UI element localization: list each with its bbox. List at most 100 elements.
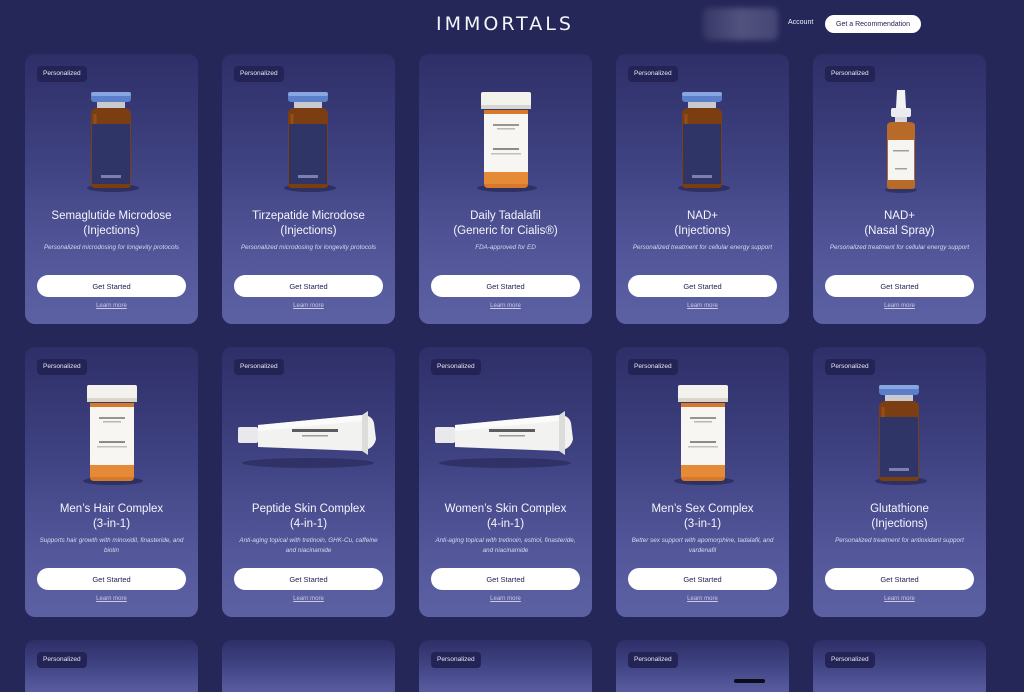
get-started-button[interactable]: Get Started (234, 275, 383, 297)
product-card[interactable]: Personalized (25, 640, 198, 692)
learn-more-link[interactable]: Learn more (25, 596, 198, 602)
product-title-line2: (3-in-1) (683, 518, 722, 530)
personalized-badge: Personalized (825, 359, 875, 375)
product-description: Personalized treatment for cellular ener… (632, 244, 773, 251)
product-description: FDA-approved for ED (475, 244, 536, 251)
product-description: Better sex support with apomorphine, tad… (631, 537, 774, 554)
personalized-badge: Personalized (37, 652, 87, 668)
product-title: Glutathione (Injections) (819, 502, 980, 532)
product-title-line2: (Generic for Cialis®) (453, 225, 558, 237)
product-title-line1: Peptide Skin Complex (251, 503, 366, 515)
product-title: NAD+ (Nasal Spray) (819, 209, 980, 239)
product-title-line1: Tirzepatide Microdose (252, 210, 365, 222)
product-title-line2: (3-in-1) (92, 518, 131, 530)
product-card[interactable]: Personalized Tirzepatide Microdose (Inje… (222, 54, 395, 324)
get-started-button[interactable]: Get Started (825, 275, 974, 297)
product-title: Semaglutide Microdose (Injections) (31, 209, 192, 239)
vial-icon (813, 381, 986, 489)
product-title: Women’s Skin Complex (4-in-1) (425, 502, 586, 532)
product-title: Peptide Skin Complex (4-in-1) (228, 502, 389, 532)
personalized-badge: Personalized (431, 359, 481, 375)
product-title-line1: Men’s Sex Complex (651, 503, 754, 515)
product-description: Anti-aging topical with tretinoin, estri… (435, 537, 576, 554)
product-card[interactable]: Personalized Glutathione (Injections) Pe… (813, 347, 986, 617)
product-title: Tirzepatide Microdose (Injections) (228, 209, 389, 239)
get-started-button[interactable]: Get Started (234, 568, 383, 590)
learn-more-link[interactable]: Learn more (616, 596, 789, 602)
product-title-line1: Daily Tadalafil (470, 210, 541, 222)
learn-more-link[interactable]: Learn more (616, 303, 789, 309)
product-title-line1: Semaglutide Microdose (51, 210, 172, 222)
pill-bottle-icon (616, 381, 789, 489)
get-started-button[interactable]: Get Started (37, 275, 186, 297)
tube-icon (419, 381, 592, 489)
product-title: Men’s Hair Complex (3-in-1) (31, 502, 192, 532)
product-description: Personalized microdosing for longevity p… (240, 244, 377, 251)
product-title-line2: (Injections) (674, 225, 731, 237)
product-title-line2: (Nasal Spray) (864, 225, 935, 237)
learn-more-link[interactable]: Learn more (419, 596, 592, 602)
product-card[interactable] (222, 640, 395, 692)
product-card[interactable]: Personalized (419, 640, 592, 692)
tube-icon (222, 381, 395, 489)
learn-more-link[interactable]: Learn more (813, 596, 986, 602)
learn-more-link[interactable]: Learn more (25, 303, 198, 309)
personalized-badge: Personalized (234, 359, 284, 375)
product-title: Daily Tadalafil (Generic for Cialis®) (425, 209, 586, 239)
product-card[interactable]: Personalized NAD+ (Injections) Personali… (616, 54, 789, 324)
personalized-badge: Personalized (825, 66, 875, 82)
product-card[interactable]: Personalized NAD+ (Nasal Spray) Personal… (813, 54, 986, 324)
learn-more-link[interactable]: Learn more (222, 303, 395, 309)
product-description: Personalized treatment for antioxidant s… (835, 537, 964, 544)
product-description: Personalized treatment for cellular ener… (829, 244, 970, 251)
product-title-line1: NAD+ (687, 210, 718, 222)
vial-icon (25, 88, 198, 196)
personalized-badge: Personalized (431, 652, 481, 668)
learn-more-link[interactable]: Learn more (222, 596, 395, 602)
get-started-button[interactable]: Get Started (825, 568, 974, 590)
product-title-line2: (Injections) (83, 225, 140, 237)
product-title-line1: Men’s Hair Complex (59, 503, 164, 515)
product-title-line2: (Injections) (871, 518, 928, 530)
product-description: Personalized microdosing for longevity p… (43, 244, 180, 251)
get-started-button[interactable]: Get Started (628, 275, 777, 297)
personalized-badge: Personalized (234, 66, 284, 82)
learn-more-link[interactable]: Learn more (813, 303, 986, 309)
product-card[interactable]: Personalized Women’s Skin Complex (4-in-… (419, 347, 592, 617)
product-title-line2: (4-in-1) (486, 518, 525, 530)
product-card[interactable]: Personalized Peptide Skin Complex (4-in-… (222, 347, 395, 617)
product-card[interactable]: Personalized Men’s Sex Complex (3-in-1) … (616, 347, 789, 617)
personalized-badge: Personalized (37, 359, 87, 375)
horizontal-scrollbar[interactable] (734, 679, 765, 683)
personalized-badge: Personalized (628, 652, 678, 668)
personalized-badge: Personalized (628, 66, 678, 82)
personalized-badge: Personalized (37, 66, 87, 82)
product-title: Men’s Sex Complex (3-in-1) (622, 502, 783, 532)
pill-bottle-icon (419, 88, 592, 196)
vial-icon (616, 88, 789, 196)
product-description: Supports hair growth with minoxidil, fin… (39, 537, 184, 554)
product-card[interactable]: Daily Tadalafil (Generic for Cialis®) FD… (419, 54, 592, 324)
vial-icon (222, 88, 395, 196)
get-started-button[interactable]: Get Started (431, 275, 580, 297)
personalized-badge: Personalized (628, 359, 678, 375)
product-description: Anti-aging topical with tretinoin, GHK-C… (239, 537, 378, 554)
pill-bottle-icon (25, 381, 198, 489)
product-title-line1: NAD+ (884, 210, 915, 222)
product-card[interactable]: Personalized Semaglutide Microdose (Inje… (25, 54, 198, 324)
product-grid: Personalized Semaglutide Microdose (Inje… (0, 0, 1024, 692)
product-card[interactable]: Personalized (813, 640, 986, 692)
get-started-button[interactable]: Get Started (37, 568, 186, 590)
learn-more-link[interactable]: Learn more (419, 303, 592, 309)
product-card[interactable]: Personalized Men’s Hair Complex (3-in-1)… (25, 347, 198, 617)
nasal-spray-icon (813, 88, 986, 196)
get-started-button[interactable]: Get Started (431, 568, 580, 590)
product-card[interactable]: Personalized (616, 640, 789, 692)
product-title: NAD+ (Injections) (622, 209, 783, 239)
product-title-line1: Glutathione (870, 503, 929, 515)
personalized-badge: Personalized (825, 652, 875, 668)
product-title-line2: (4-in-1) (289, 518, 328, 530)
get-started-button[interactable]: Get Started (628, 568, 777, 590)
product-title-line1: Women’s Skin Complex (444, 503, 567, 515)
product-title-line2: (Injections) (280, 225, 337, 237)
